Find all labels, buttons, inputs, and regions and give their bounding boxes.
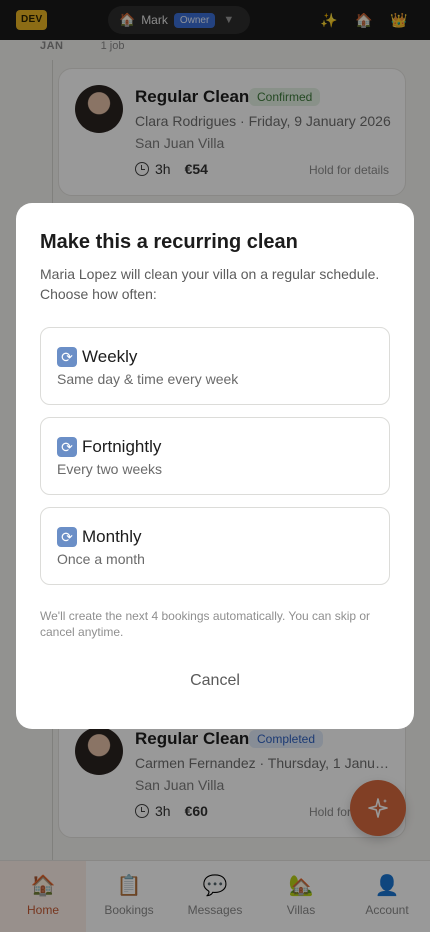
dialog-title: Make this a recurring clean: [40, 231, 298, 253]
option-label: Monthly: [82, 527, 142, 546]
dialog-note: We'll create the next 4 bookings automat…: [40, 609, 371, 639]
option-description: Every two weeks: [57, 461, 163, 477]
dialog-description: Maria Lopez will clean your villa on a r…: [40, 266, 380, 302]
cancel-button[interactable]: Cancel: [40, 665, 390, 697]
option-fortnightly[interactable]: ⟳ Fortnightly Every two weeks: [40, 417, 390, 495]
option-monthly[interactable]: ⟳ Monthly Once a month: [40, 507, 390, 585]
option-weekly[interactable]: ⟳ Weekly Same day & time every week: [40, 327, 390, 405]
option-label: Weekly: [82, 347, 138, 366]
repeat-icon: ⟳: [57, 437, 77, 457]
repeat-icon: ⟳: [57, 347, 77, 367]
option-description: Once a month: [57, 551, 145, 567]
option-label: Fortnightly: [82, 437, 162, 456]
recurring-clean-dialog: Make this a recurring clean Maria Lopez …: [16, 203, 414, 729]
repeat-icon: ⟳: [57, 527, 77, 547]
option-description: Same day & time every week: [57, 371, 239, 387]
